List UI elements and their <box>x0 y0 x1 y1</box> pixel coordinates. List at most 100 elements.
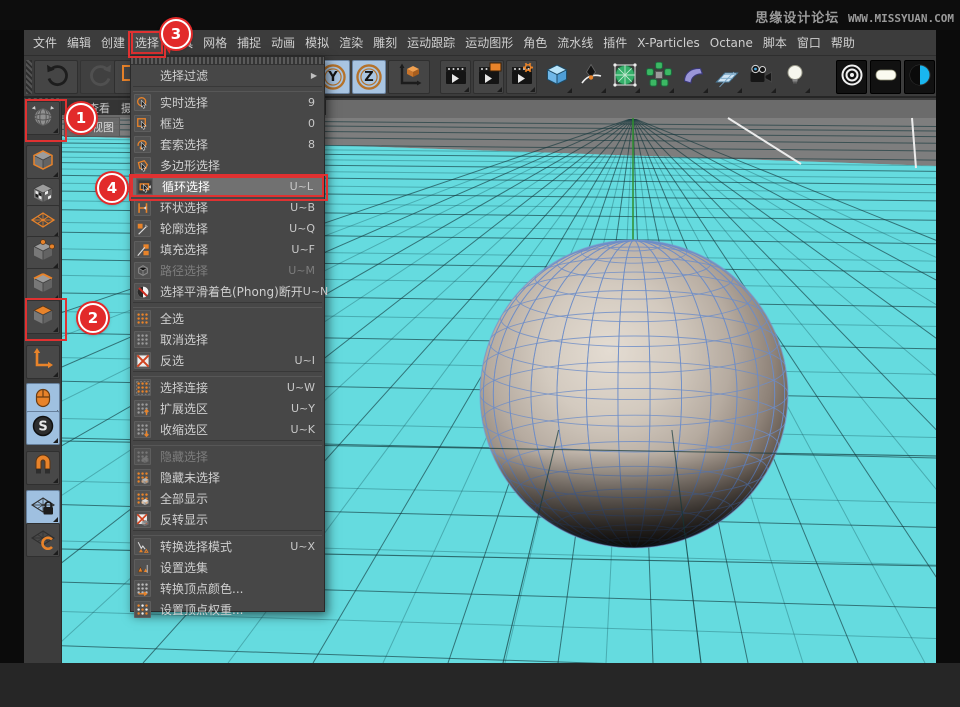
select-menu-item-全部显示[interactable]: 全部显示 <box>131 488 324 509</box>
menu-item-shortcut: U~F <box>291 243 315 256</box>
menu-item-shortcut: 8 <box>308 138 315 151</box>
select-menu-item-选择过滤[interactable]: 选择过滤 ▶ <box>131 65 324 86</box>
select-menu-item-隐藏选择[interactable]: 隐藏选择 <box>131 446 324 467</box>
submenu-arrow-icon: ▶ <box>311 71 317 80</box>
render-picture-viewer-button[interactable] <box>473 60 504 94</box>
annotation-step-1: 1 <box>66 103 96 133</box>
menu-插件[interactable]: 插件 <box>599 31 631 54</box>
cloner-button[interactable] <box>642 60 675 94</box>
menu-item-label: 选择连接 <box>160 379 208 396</box>
point-mode-button[interactable] <box>26 236 60 270</box>
undo-button[interactable] <box>34 60 78 94</box>
menu-item-shortcut: U~M <box>288 264 315 277</box>
workplane-mode-button[interactable] <box>26 205 60 239</box>
toolbar-drag-handle[interactable] <box>26 60 32 94</box>
coord-system-button[interactable] <box>388 60 430 94</box>
no-icon <box>134 67 151 84</box>
floor-button[interactable] <box>710 60 743 94</box>
select-menu-item-选择平滑着色Phong断开[interactable]: 选择平滑着色(Phong)断开U~N <box>131 281 324 302</box>
deformer-button[interactable] <box>676 60 709 94</box>
select-menu-item-隐藏未选择[interactable]: 隐藏未选择 <box>131 467 324 488</box>
menu-item-label: 轮廓选择 <box>160 220 208 237</box>
select-menu-item-循环选择[interactable]: 循环选择U~L <box>131 176 324 197</box>
menu-tear-off-handle[interactable] <box>131 57 324 65</box>
select-menu-item-取消选择[interactable]: 取消选择 <box>131 329 324 350</box>
menu-流水线[interactable]: 流水线 <box>553 31 597 54</box>
menu-item-label: 选择过滤 <box>160 67 208 84</box>
select-menu-item-选择连接[interactable]: 选择连接U~W <box>131 377 324 398</box>
make-editable-button[interactable] <box>26 101 60 135</box>
select-menu-item-全选[interactable]: 全选 <box>131 308 324 329</box>
render-settings-icon <box>509 62 535 92</box>
select-menu-item-扩展选区[interactable]: 扩展选区U~Y <box>131 398 324 419</box>
menu-动画[interactable]: 动画 <box>267 31 299 54</box>
snap-s-button[interactable]: S <box>26 411 60 445</box>
subdivision-surface-button[interactable] <box>608 60 641 94</box>
point-mode-icon <box>29 237 57 269</box>
area-light-button[interactable] <box>870 60 901 94</box>
menu-运动图形[interactable]: 运动图形 <box>461 31 517 54</box>
menu-item-label: 设置顶点权重... <box>160 601 243 618</box>
redo-icon <box>89 62 115 92</box>
workplane-lock-button[interactable] <box>26 490 60 524</box>
select-menu-item-路径选择[interactable]: 路径选择U~M <box>131 260 324 281</box>
select-menu-item-实时选择[interactable]: 实时选择9 <box>131 92 324 113</box>
target-rings-button[interactable] <box>836 60 867 94</box>
enable-axis-button[interactable] <box>26 345 60 379</box>
model-mode-button[interactable] <box>26 145 60 179</box>
workplane-snap-button[interactable] <box>26 523 60 557</box>
poly-select-icon <box>134 157 151 174</box>
select-menu-item-多边形选择[interactable]: 多边形选择 <box>131 155 324 176</box>
menu-item-label: 取消选择 <box>160 331 208 348</box>
enable-axis-icon <box>29 346 57 378</box>
spline-pen-button[interactable] <box>574 60 607 94</box>
menu-角色[interactable]: 角色 <box>519 31 551 54</box>
select-menu-item-框选[interactable]: 框选0 <box>131 113 324 134</box>
menu-item-label: 多边形选择 <box>160 157 220 174</box>
menu-帮助[interactable]: 帮助 <box>827 31 859 54</box>
snap-magnet-button[interactable] <box>26 451 60 485</box>
floor-icon <box>714 62 740 92</box>
select-menu-item-转换选择模式[interactable]: 转换选择模式U~X <box>131 536 324 557</box>
menu-创建[interactable]: 创建 <box>97 31 129 54</box>
select-menu-item-设置顶点权重[interactable]: 设置顶点权重... <box>131 599 324 620</box>
edge-mode-button[interactable] <box>26 268 60 302</box>
workplane-snap-icon <box>29 524 57 556</box>
loop-select-icon <box>136 178 153 195</box>
contrast-ball-button[interactable] <box>904 60 935 94</box>
select-menu-item-转换顶点颜色[interactable]: 转换顶点颜色... <box>131 578 324 599</box>
menu-运动跟踪[interactable]: 运动跟踪 <box>403 31 459 54</box>
select-menu-item-轮廓选择[interactable]: 轮廓选择U~Q <box>131 218 324 239</box>
snap-s-icon: S <box>29 412 57 444</box>
render-view-icon <box>443 62 469 92</box>
menu-网格[interactable]: 网格 <box>199 31 231 54</box>
menu-文件[interactable]: 文件 <box>29 31 61 54</box>
menu-脚本[interactable]: 脚本 <box>759 31 791 54</box>
cube-primitive-icon <box>544 62 570 92</box>
menu-捕捉[interactable]: 捕捉 <box>233 31 265 54</box>
menu-模拟[interactable]: 模拟 <box>301 31 333 54</box>
cube-primitive-button[interactable] <box>540 60 573 94</box>
select-menu-item-反选[interactable]: 反选U~I <box>131 350 324 371</box>
axis-lock-z-button[interactable]: Z <box>352 60 386 94</box>
render-view-button[interactable] <box>440 60 471 94</box>
select-menu-item-填充选择[interactable]: 填充选择U~F <box>131 239 324 260</box>
menu-编辑[interactable]: 编辑 <box>63 31 95 54</box>
select-menu-item-反转显示[interactable]: 反转显示 <box>131 509 324 530</box>
menu-Octane[interactable]: Octane <box>706 33 757 53</box>
select-menu-item-设置选集[interactable]: 设置选集 <box>131 557 324 578</box>
menu-item-label: 反转显示 <box>160 511 208 528</box>
polygon-mode-button[interactable] <box>26 300 60 334</box>
menu-雕刻[interactable]: 雕刻 <box>369 31 401 54</box>
menu-渲染[interactable]: 渲染 <box>335 31 367 54</box>
vertex-weight-icon <box>134 601 151 618</box>
select-menu-item-套索选择[interactable]: 套索选择8 <box>131 134 324 155</box>
menu-窗口[interactable]: 窗口 <box>793 31 825 54</box>
select-menu-item-环状选择[interactable]: 环状选择U~B <box>131 197 324 218</box>
menu-X-Particles[interactable]: X-Particles <box>633 33 704 53</box>
select-menu-item-收缩选区[interactable]: 收缩选区U~K <box>131 419 324 440</box>
camera-button[interactable] <box>744 60 777 94</box>
light-button[interactable] <box>778 60 811 94</box>
left-tool-palette: S <box>24 100 62 663</box>
render-settings-button[interactable] <box>506 60 537 94</box>
